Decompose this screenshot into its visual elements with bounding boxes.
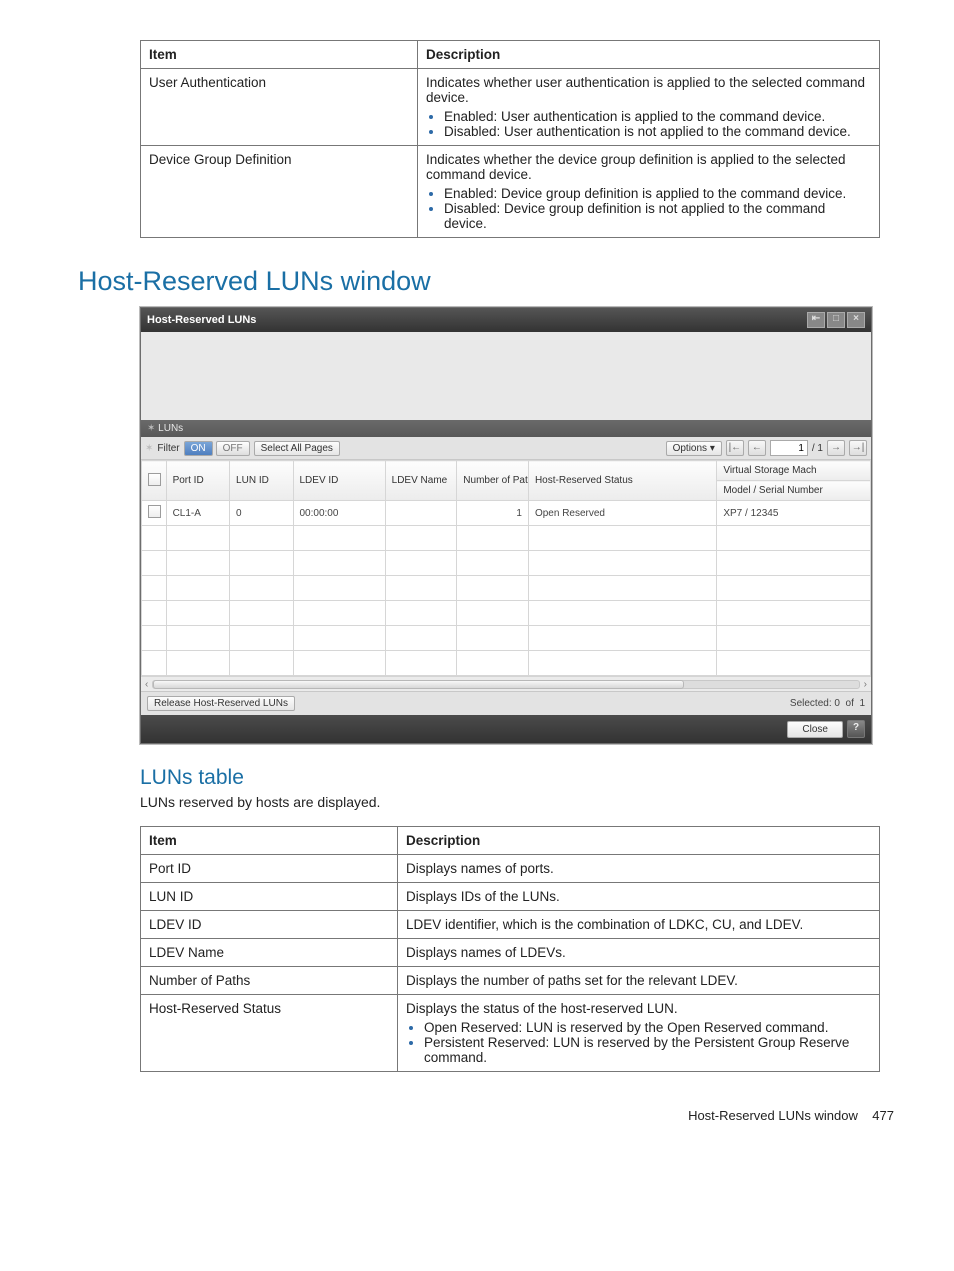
- total-count: 1: [859, 698, 865, 709]
- col-desc: Description: [398, 827, 880, 855]
- table-row: Host-Reserved Status Displays the status…: [141, 995, 880, 1072]
- host-reserved-luns-window: Host-Reserved LUNs ⇤ □ × ✶ LUNs ✶ Filter…: [140, 307, 872, 744]
- window-title: Host-Reserved LUNs: [147, 314, 256, 326]
- options-button[interactable]: Options ▾: [666, 441, 722, 456]
- window-dock-icon[interactable]: ⇤: [807, 312, 825, 328]
- close-button[interactable]: Close: [787, 721, 843, 738]
- page-footer: Host-Reserved LUNs window 477: [60, 1108, 894, 1123]
- table-row: User Authentication Indicates whether us…: [141, 69, 880, 146]
- filter-label: Filter: [157, 443, 179, 454]
- selected-label: Selected:: [790, 698, 832, 709]
- table-row: LDEV IDLDEV identifier, which is the com…: [141, 911, 880, 939]
- page-number: 477: [872, 1108, 894, 1123]
- page-prev-icon[interactable]: ←: [748, 440, 766, 456]
- subsection-intro: LUNs reserved by hosts are displayed.: [140, 794, 894, 810]
- table-row: Number of PathsDisplays the number of pa…: [141, 967, 880, 995]
- window-footer: Close ?: [141, 715, 871, 743]
- grid-actions-bar: Release Host-Reserved LUNs Selected: 0 o…: [141, 691, 871, 715]
- table-row: LUN IDDisplays IDs of the LUNs.: [141, 883, 880, 911]
- col-num-paths[interactable]: Number of Paths: [457, 461, 529, 501]
- top-definition-table: Item Description User Authentication Ind…: [140, 40, 880, 238]
- col-checkbox[interactable]: [142, 461, 167, 501]
- window-restore-icon[interactable]: □: [827, 312, 845, 328]
- table-row: Port IDDisplays names of ports.: [141, 855, 880, 883]
- grid-row[interactable]: CL1-A 0 00:00:00 1 Open Reserved XP7 / 1…: [142, 501, 871, 526]
- luns-section-bar: ✶ LUNs: [141, 420, 871, 437]
- page-last-icon[interactable]: →|: [849, 440, 867, 456]
- page-next-icon[interactable]: →: [827, 440, 845, 456]
- page-total-label: / 1: [812, 443, 823, 454]
- col-ldev-id[interactable]: LDEV ID: [293, 461, 385, 501]
- col-ldev-name[interactable]: LDEV Name: [385, 461, 457, 501]
- window-close-icon[interactable]: ×: [847, 312, 865, 328]
- release-luns-button[interactable]: Release Host-Reserved LUNs: [147, 696, 295, 711]
- filter-icon: ✶: [145, 443, 153, 454]
- luns-definition-table: Item Description Port IDDisplays names o…: [140, 826, 880, 1072]
- filter-off-toggle[interactable]: OFF: [216, 441, 250, 456]
- col-vsm-model[interactable]: Model / Serial Number: [717, 481, 871, 501]
- page-first-icon[interactable]: |←: [726, 440, 744, 456]
- window-titlebar: Host-Reserved LUNs ⇤ □ ×: [141, 308, 871, 332]
- help-icon[interactable]: ?: [847, 720, 865, 738]
- col-port-id[interactable]: Port ID: [166, 461, 229, 501]
- col-host-reserved[interactable]: Host-Reserved Status: [528, 461, 716, 501]
- col-vsm-group[interactable]: Virtual Storage Mach: [717, 461, 871, 481]
- row-checkbox[interactable]: [148, 505, 161, 518]
- grid-scrollbar[interactable]: ‹ ›: [141, 676, 871, 691]
- col-item: Item: [141, 41, 418, 69]
- col-lun-id[interactable]: LUN ID: [230, 461, 293, 501]
- page-current-field[interactable]: [770, 440, 808, 456]
- luns-grid: Port ID LUN ID LDEV ID LDEV Name Number …: [141, 460, 871, 691]
- select-all-pages-button[interactable]: Select All Pages: [254, 441, 340, 456]
- table-row: LDEV NameDisplays names of LDEVs.: [141, 939, 880, 967]
- star-icon: ✶: [147, 423, 155, 434]
- table-row: Device Group Definition Indicates whethe…: [141, 146, 880, 238]
- col-desc: Description: [418, 41, 880, 69]
- col-item: Item: [141, 827, 398, 855]
- selected-count: 0: [834, 698, 840, 709]
- subsection-heading: LUNs table: [140, 766, 894, 790]
- section-heading: Host-Reserved LUNs window: [78, 266, 894, 297]
- filter-on-toggle[interactable]: ON: [184, 441, 213, 456]
- of-label: of: [846, 698, 854, 709]
- grid-toolbar: ✶ Filter ONOFF Select All Pages Options …: [141, 437, 871, 460]
